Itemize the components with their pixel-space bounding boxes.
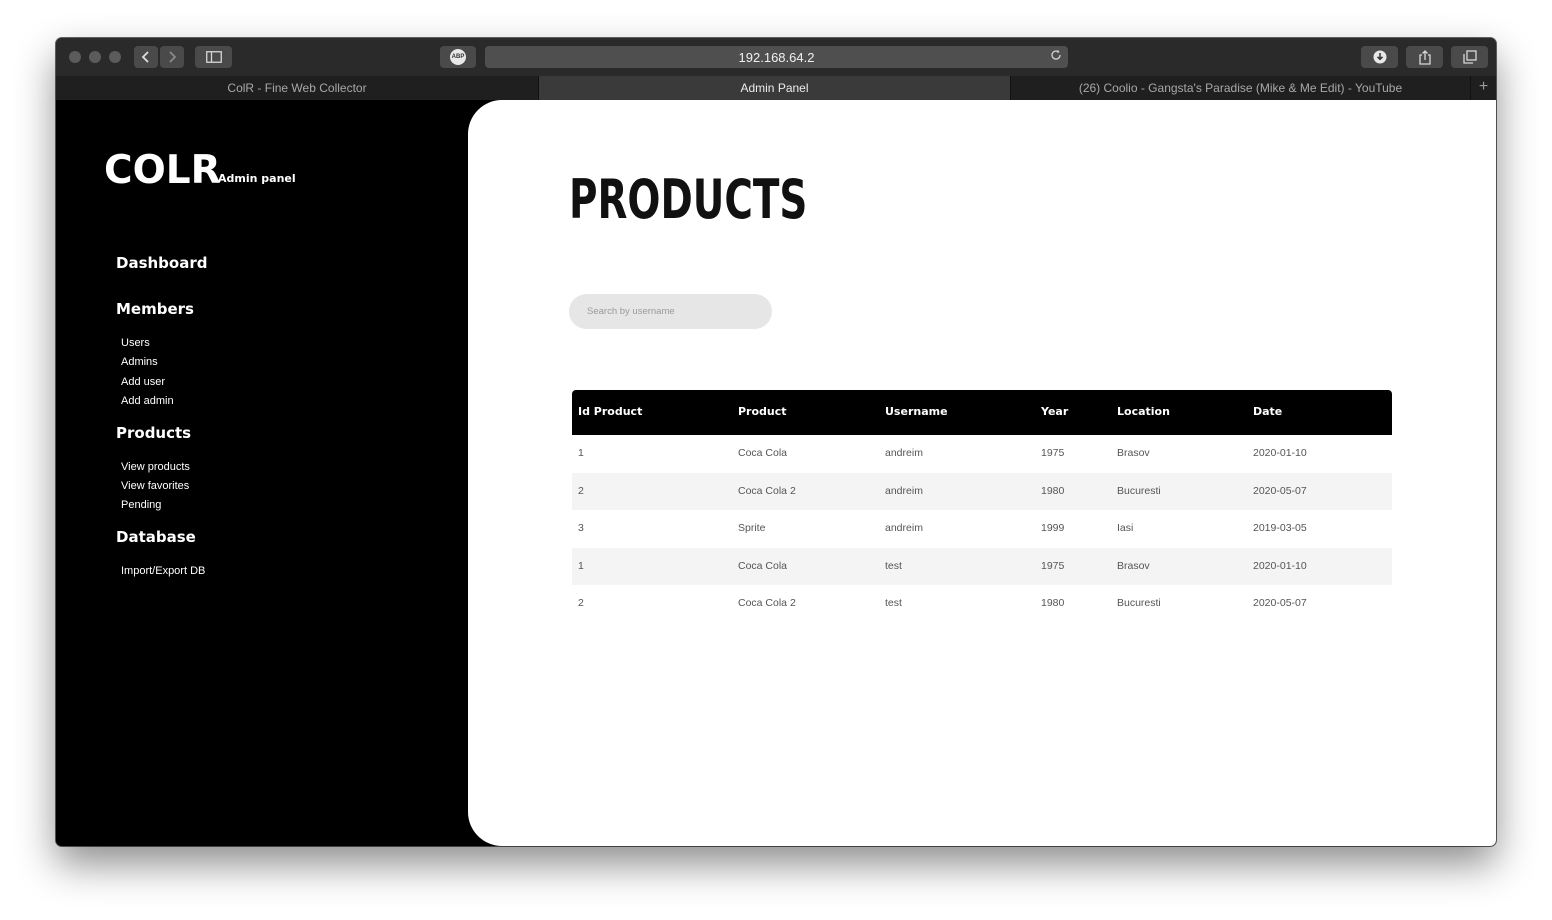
products-table: Id Product Product Username Year Locatio… — [572, 390, 1392, 623]
table-row[interactable]: 2 Coca Cola 2 test 1980 Bucuresti 2020-0… — [572, 585, 1392, 623]
nav-item-view-favorites[interactable]: View favorites — [121, 480, 189, 492]
share-button[interactable] — [1406, 46, 1443, 68]
table-header: Id Product Product Username Year Locatio… — [572, 390, 1392, 435]
column-header-username[interactable]: Username — [885, 405, 948, 418]
nav-item-users[interactable]: Users — [121, 337, 150, 349]
downloads-button[interactable] — [1361, 46, 1398, 68]
nav-item-admins[interactable]: Admins — [121, 356, 158, 368]
chevron-right-icon — [169, 51, 177, 63]
page-content: COLR Admin panel Dashboard Members Users… — [56, 100, 1496, 846]
column-header-id-product[interactable]: Id Product — [578, 405, 642, 418]
nav-dashboard[interactable]: Dashboard — [116, 254, 207, 272]
cell-id: 2 — [578, 484, 584, 497]
chevron-left-icon — [141, 51, 149, 63]
cell-location: Bucuresti — [1117, 484, 1161, 497]
table-row[interactable]: 2 Coca Cola 2 andreim 1980 Bucuresti 202… — [572, 472, 1392, 510]
download-icon — [1373, 50, 1386, 64]
cell-year: 1980 — [1041, 484, 1065, 497]
cell-username: andreim — [885, 522, 923, 534]
logo-subtitle: Admin panel — [218, 172, 296, 185]
tab-colr[interactable]: ColR - Fine Web Collector — [56, 76, 539, 100]
tab-admin-panel[interactable]: Admin Panel — [539, 76, 1011, 100]
browser-toolbar: ABP 192.168.64.2 — [56, 38, 1496, 77]
zoom-window-button[interactable] — [109, 51, 121, 63]
nav-item-import-export-db[interactable]: Import/Export DB — [121, 565, 205, 577]
cell-date: 2020-05-07 — [1253, 484, 1307, 497]
cell-username: test — [885, 597, 902, 609]
browser-window: ABP 192.168.64.2 ColR - Fine Web Collect… — [56, 38, 1496, 846]
cell-location: Brasov — [1117, 447, 1150, 459]
cell-username: andreim — [885, 447, 923, 459]
adblock-icon: ABP — [450, 49, 466, 65]
column-header-year[interactable]: Year — [1041, 405, 1068, 418]
tab-youtube[interactable]: (26) Coolio - Gangsta's Paradise (Mike &… — [1011, 76, 1471, 100]
table-row[interactable]: 3 Sprite andreim 1999 Iasi 2019-03-05 — [572, 510, 1392, 548]
url-text: 192.168.64.2 — [738, 49, 815, 65]
new-tab-button[interactable]: + — [1471, 76, 1496, 100]
cell-username: andreim — [885, 484, 923, 497]
table-row[interactable]: 1 Coca Cola test 1975 Brasov 2020-01-10 — [572, 547, 1392, 585]
search-input[interactable] — [569, 294, 772, 329]
cell-location: Brasov — [1117, 559, 1150, 572]
cell-date: 2019-03-05 — [1253, 522, 1307, 534]
minimize-window-button[interactable] — [89, 51, 101, 63]
nav-item-pending[interactable]: Pending — [121, 499, 161, 511]
cell-product: Coca Cola 2 — [738, 484, 796, 497]
sidebar-icon — [205, 51, 222, 63]
cell-id: 1 — [578, 559, 584, 572]
forward-button[interactable] — [160, 46, 184, 68]
cell-id: 1 — [578, 447, 584, 459]
nav-item-add-user[interactable]: Add user — [121, 376, 165, 388]
cell-product: Coca Cola — [738, 559, 788, 572]
adblock-button[interactable]: ABP — [440, 46, 476, 68]
column-header-location[interactable]: Location — [1117, 405, 1170, 418]
nav-section-products: Products — [116, 424, 192, 442]
cell-year: 1980 — [1041, 597, 1065, 609]
nav-item-add-admin[interactable]: Add admin — [121, 395, 174, 407]
sidebar-toggle-button[interactable] — [195, 46, 232, 68]
column-header-date[interactable]: Date — [1253, 405, 1282, 418]
cell-id: 2 — [578, 597, 584, 609]
cell-username: test — [885, 559, 902, 572]
column-header-product[interactable]: Product — [738, 405, 787, 418]
page-title: PRODUCTS — [569, 168, 808, 231]
address-bar[interactable]: 192.168.64.2 — [485, 46, 1068, 68]
cell-product: Sprite — [738, 522, 766, 534]
cell-product: Coca Cola 2 — [738, 597, 796, 609]
tab-bar: ColR - Fine Web Collector Admin Panel (2… — [56, 76, 1496, 100]
logo: COLR — [104, 148, 221, 193]
cell-id: 3 — [578, 522, 584, 534]
nav-section-members: Members — [116, 300, 194, 318]
cell-location: Iasi — [1117, 522, 1134, 534]
sidebar: COLR Admin panel Dashboard Members Users… — [56, 100, 468, 846]
cell-date: 2020-05-07 — [1253, 597, 1307, 609]
close-window-button[interactable] — [69, 51, 81, 63]
tabs-icon — [1462, 50, 1477, 64]
back-button[interactable] — [134, 46, 158, 68]
cell-year: 1975 — [1041, 447, 1065, 459]
main-panel: PRODUCTS Id Product Product Username Yea… — [468, 100, 1496, 846]
nav-section-database: Database — [116, 528, 196, 546]
cell-date: 2020-01-10 — [1253, 447, 1307, 459]
cell-date: 2020-01-10 — [1253, 559, 1307, 572]
cell-location: Bucuresti — [1117, 597, 1161, 609]
share-icon — [1418, 49, 1431, 65]
tabs-overview-button[interactable] — [1451, 46, 1488, 68]
nav-item-view-products[interactable]: View products — [121, 461, 190, 473]
table-row[interactable]: 1 Coca Cola andreim 1975 Brasov 2020-01-… — [572, 435, 1392, 473]
cell-product: Coca Cola — [738, 447, 788, 459]
cell-year: 1999 — [1041, 522, 1065, 534]
cell-year: 1975 — [1041, 559, 1065, 572]
reload-icon[interactable] — [1050, 49, 1062, 64]
